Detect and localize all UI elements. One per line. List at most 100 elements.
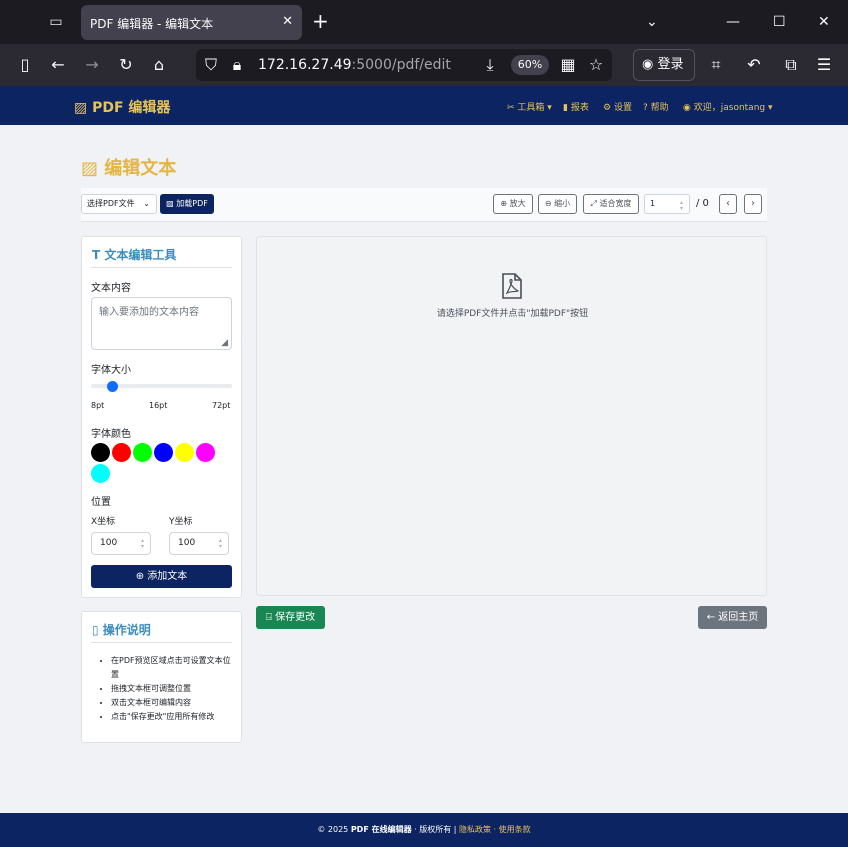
screenshot-icon[interactable]: ⌗ (705, 54, 727, 76)
divider (91, 642, 232, 643)
zoom-out-button[interactable]: ⊖ 缩小 (538, 194, 577, 214)
menu-settings[interactable]: ⚙ 设置 (603, 100, 632, 113)
qr-code-icon[interactable]: ▦ (557, 54, 579, 76)
back-icon[interactable]: ← (47, 54, 69, 76)
fit-width-button[interactable]: ⤢ 适合宽度 (583, 194, 639, 214)
spinner-icon: ▴ ▾ (679, 199, 683, 212)
load-pdf-button[interactable]: ▨ 加载PDF (160, 194, 214, 214)
tab-overflow-icon[interactable]: ⌄ (646, 12, 658, 32)
save-changes-button[interactable]: ⍈ 保存更改 (256, 606, 325, 629)
list-item: 点击"保存更改"应用所有修改 (111, 710, 232, 724)
x-coord-label: X坐标 (91, 517, 116, 527)
tab-list-icon[interactable]: ▭ (46, 12, 66, 32)
chevron-left-icon: ‹ (726, 198, 730, 209)
browser-tab[interactable]: PDF 编辑器 - 编辑文本 ✕ (81, 5, 302, 40)
maximize-icon[interactable]: ☐ (773, 12, 786, 32)
pdf-file-icon: ▨ (166, 199, 174, 208)
menu-help[interactable]: ? 帮助 (643, 100, 669, 113)
color-swatch[interactable] (91, 464, 110, 483)
home-icon[interactable]: ⌂ (148, 54, 170, 76)
bookmark-star-icon[interactable]: ☆ (585, 54, 607, 76)
zoom-in-icon: ⊕ (500, 199, 508, 208)
page-total: / 0 (696, 198, 709, 209)
instructions-title: ▯ 操作说明 (92, 623, 151, 637)
font-size-current: 16pt (149, 401, 168, 410)
text-icon: T (92, 248, 101, 262)
footer: © 2025 PDF 在线编辑器 · 版权所有 | 隐私政策 · 使用条款 (0, 813, 848, 847)
app-header: ▨ PDF 编辑器 ✂ 工具箱 ▾ ▮ 报表 ⚙ 设置 ? 帮助 ◉ 欢迎，ja… (0, 86, 848, 125)
close-window-icon[interactable]: ✕ (818, 12, 830, 32)
text-content-label: 文本内容 (91, 283, 131, 294)
list-item: 拖拽文本框可调整位置 (111, 682, 232, 696)
url-text[interactable]: 172.16.27.49:5000/pdf/edit (258, 57, 451, 73)
terms-link[interactable]: 使用条款 (499, 825, 531, 834)
brand-link[interactable]: ▨ PDF 编辑器 (74, 97, 170, 117)
zoom-badge[interactable]: 60% (511, 55, 549, 75)
preview-empty-message: 请选择PDF文件并点击"加载PDF"按钮 (436, 309, 589, 319)
font-size-max: 72pt (212, 401, 231, 410)
privacy-link[interactable]: 隐私政策 (459, 825, 491, 834)
list-item: 双击文本框可编辑内容 (111, 696, 232, 710)
new-tab-icon[interactable]: + (312, 11, 329, 31)
next-page-button[interactable]: › (744, 194, 762, 214)
lock-icon[interactable]: 🔒︎ (226, 54, 248, 76)
color-swatch[interactable] (175, 443, 194, 462)
sidebar-icon[interactable]: ▯ (14, 54, 36, 76)
menu-user[interactable]: ◉ 欢迎，jasontang ▾ (683, 100, 773, 113)
download-icon[interactable]: ⤓ (479, 54, 501, 76)
account-login-button[interactable]: ◉ 登录 (633, 49, 695, 81)
expand-icon: ⤢ (590, 199, 597, 208)
bar-chart-icon: ▮ (563, 103, 568, 113)
question-circle-icon: ? (643, 103, 648, 113)
url-bar[interactable]: ⛉ 🔒︎ 172.16.27.49:5000/pdf/edit ⤓ 60% ▦ … (196, 49, 612, 81)
instructions-panel: ▯ 操作说明 在PDF预览区域点击可设置文本位置 拖拽文本框可调整位置 双击文本… (81, 611, 242, 743)
tab-close-icon[interactable]: ✕ (282, 14, 293, 29)
shield-icon[interactable]: ⛉ (200, 54, 222, 76)
pdf-file-icon (502, 273, 522, 299)
color-swatch[interactable] (154, 443, 173, 462)
plus-circle-icon: ⊕ (135, 571, 145, 582)
minimize-icon[interactable]: — (726, 12, 740, 32)
menu-report[interactable]: ▮ 报表 (563, 100, 589, 113)
color-swatch[interactable] (91, 443, 110, 462)
forward-icon[interactable]: → (81, 54, 103, 76)
brand-name: PDF 编辑器 (92, 100, 171, 116)
browser-tab-bar: ▭ PDF 编辑器 - 编辑文本 ✕ + ⌄ — ☐ ✕ (0, 0, 848, 44)
add-text-button[interactable]: ⊕ 添加文本 (91, 565, 232, 588)
font-size-label: 字体大小 (91, 365, 131, 376)
prev-page-button[interactable]: ‹ (719, 194, 737, 214)
menu-icon[interactable]: ☰ (813, 54, 835, 76)
y-coord-input[interactable]: 100 ▴ ▾ (169, 532, 229, 555)
page-number-input[interactable]: 1 ▴ ▾ (644, 194, 690, 214)
color-swatch[interactable] (112, 443, 131, 462)
page-title: ▨ 编辑文本 (81, 158, 177, 179)
text-tools-panel: T 文本编辑工具 文本内容 输入要添加的文本内容 ◢ 字体大小 8pt 16pt… (81, 236, 242, 598)
pdf-file-select[interactable]: 选择PDF文件 ⌄ (81, 194, 157, 214)
x-coord-input[interactable]: 100 ▴ ▾ (91, 532, 151, 555)
back-home-button[interactable]: ← 返回主页 (698, 606, 767, 629)
zoom-out-icon: ⊖ (544, 199, 552, 208)
account-icon: ◉ (642, 57, 654, 72)
zoom-in-button[interactable]: ⊕ 放大 (493, 194, 533, 214)
pdf-toolbar: 选择PDF文件 ⌄ ▨ 加载PDF ⊕ 放大 ⊖ 缩小 ⤢ 适合宽度 1 ▴ ▾ … (81, 188, 767, 222)
tools-icon: ✂ (507, 103, 515, 113)
text-content-input[interactable]: 输入要添加的文本内容 ◢ (91, 297, 232, 350)
extensions-icon[interactable]: ⧉ (780, 54, 802, 76)
reload-icon[interactable]: ↻ (115, 54, 137, 76)
color-swatch[interactable] (133, 443, 152, 462)
pdf-preview-area[interactable]: 请选择PDF文件并点击"加载PDF"按钮 (256, 236, 767, 596)
browser-nav-bar: ▯ ← → ↻ ⌂ ⛉ 🔒︎ 172.16.27.49:5000/pdf/edi… (0, 44, 848, 86)
y-coord-label: Y坐标 (169, 517, 193, 527)
font-size-min: 8pt (91, 401, 105, 410)
font-size-slider-thumb[interactable] (107, 381, 119, 392)
undo-icon[interactable]: ↶ (743, 54, 765, 76)
spinner-icon: ▴ ▾ (218, 537, 222, 550)
mouse-icon: ▯ (92, 623, 99, 637)
chevron-down-icon: ⌄ (143, 199, 150, 208)
resize-handle-icon[interactable]: ◢ (221, 338, 228, 348)
pdf-file-icon: ▨ (81, 158, 99, 179)
spinner-icon: ▴ ▾ (140, 537, 144, 550)
menu-tools[interactable]: ✂ 工具箱 ▾ (507, 100, 552, 113)
color-swatch[interactable] (196, 443, 215, 462)
divider (91, 267, 232, 268)
